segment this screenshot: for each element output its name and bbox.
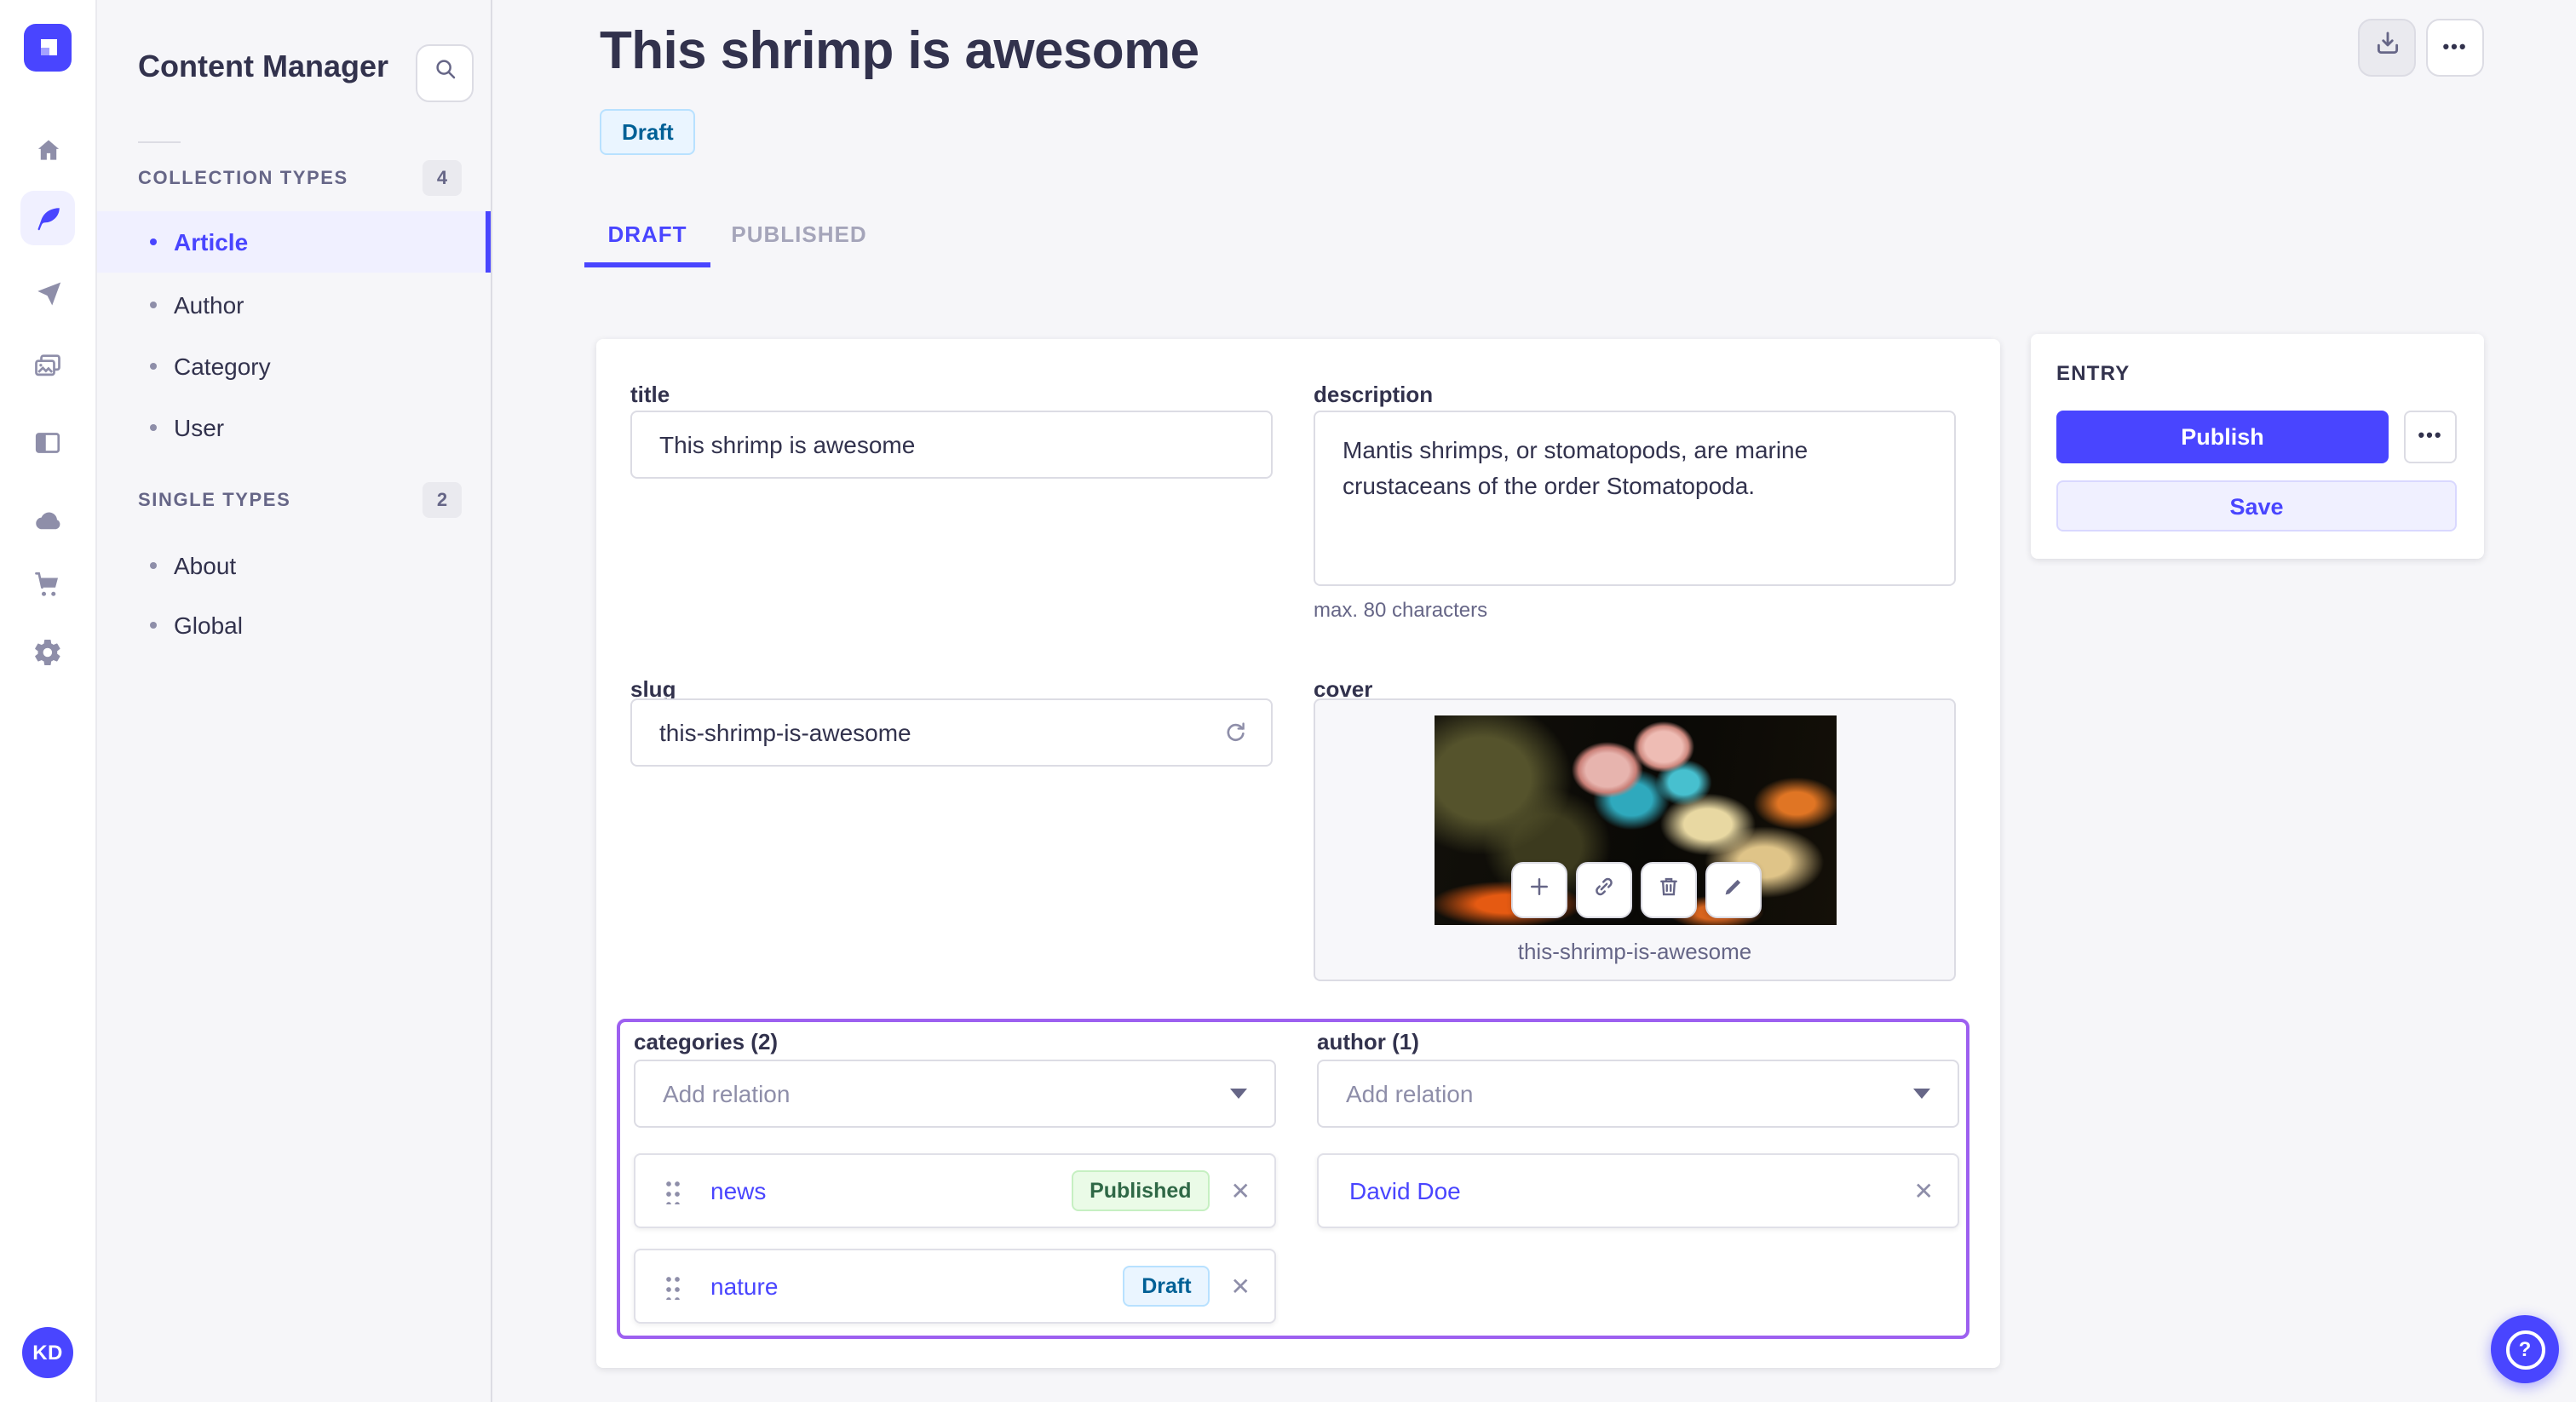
page-title: This shrimp is awesome [600, 20, 1199, 80]
combobox-placeholder: Add relation [663, 1080, 791, 1107]
bullet-icon [150, 302, 157, 308]
strapi-logo[interactable] [24, 24, 72, 72]
sidebar-item-global[interactable]: Global [97, 595, 491, 656]
categories-add-relation-combobox[interactable]: Add relation [634, 1060, 1276, 1128]
sidebar-item-category[interactable]: Category [97, 336, 491, 397]
marketplace-cart-icon[interactable] [20, 557, 75, 612]
help-fab-button[interactable]: ? [2491, 1315, 2559, 1383]
sidebar-item-label: Author [174, 291, 244, 319]
status-badge: Draft [600, 109, 696, 155]
section-collection-types: COLLECTION TYPES [138, 169, 348, 189]
sidebar-item-article[interactable]: Article [97, 211, 491, 273]
cover-field: this-shrimp-is-awesome [1314, 698, 1956, 981]
relation-row-nature: nature Draft ✕ [634, 1249, 1276, 1324]
bullet-icon [150, 363, 157, 370]
edit-form-card: title description Mantis shrimps, or sto… [596, 339, 2000, 1368]
combobox-placeholder: Add relation [1346, 1080, 1474, 1107]
releases-icon[interactable] [20, 266, 75, 320]
version-tabs: DRAFT PUBLISHED [584, 204, 888, 267]
cover-image-mantis-shrimp [1435, 715, 1837, 925]
sidebar-item-label: About [174, 552, 237, 579]
title-field-label: title [630, 382, 670, 407]
pencil-icon [1720, 873, 1745, 907]
author-field-label: author (1) [1317, 1029, 1419, 1054]
chevron-down-icon [1913, 1089, 1930, 1099]
link-icon [1590, 873, 1616, 907]
chevron-down-icon [1230, 1089, 1247, 1099]
question-mark-icon: ? [2505, 1330, 2544, 1369]
cloud-icon[interactable] [20, 492, 75, 547]
save-button[interactable]: Save [2056, 480, 2457, 531]
search-icon [432, 56, 457, 90]
add-asset-button[interactable] [1510, 862, 1567, 918]
drag-handle-icon[interactable] [664, 1273, 680, 1299]
copy-link-button[interactable] [1575, 862, 1631, 918]
edit-asset-button[interactable] [1705, 862, 1761, 918]
bullet-icon [150, 622, 157, 629]
description-textarea[interactable]: Mantis shrimps, or stomatopods, are mari… [1314, 411, 1956, 586]
sidebar-item-label: User [174, 414, 225, 441]
header-more-button[interactable]: ••• [2426, 19, 2484, 77]
entry-panel: ENTRY Publish ••• Save [2031, 334, 2484, 559]
sidebar-item-label: Global [174, 612, 243, 639]
settings-gear-icon[interactable] [20, 625, 75, 680]
user-avatar[interactable]: KD [22, 1327, 73, 1378]
remove-relation-icon[interactable]: ✕ [1231, 1274, 1251, 1298]
categories-field-label: categories (2) [634, 1029, 779, 1054]
title-input[interactable] [630, 411, 1273, 479]
cover-filename: this-shrimp-is-awesome [1517, 939, 1752, 964]
relation-link[interactable]: nature [710, 1273, 778, 1300]
remove-relation-icon[interactable]: ✕ [1231, 1179, 1251, 1203]
trash-icon [1655, 873, 1681, 907]
tab-draft[interactable]: DRAFT [584, 204, 710, 267]
relation-link[interactable]: David Doe [1349, 1177, 1461, 1204]
home-icon[interactable] [20, 123, 75, 177]
sidebar-item-about[interactable]: About [97, 535, 491, 596]
published-status-badge: Published [1071, 1170, 1210, 1211]
entry-panel-heading: ENTRY [2056, 361, 2130, 385]
remove-relation-icon[interactable]: ✕ [1914, 1179, 1934, 1203]
entry-more-button[interactable]: ••• [2404, 411, 2457, 463]
cover-actions-toolbar [1435, 862, 1837, 918]
bullet-icon [150, 424, 157, 431]
sidebar-divider [138, 141, 181, 143]
sidebar-title: Content Manager [138, 49, 389, 83]
sidebar-item-author[interactable]: Author [97, 274, 491, 336]
slug-field [630, 698, 1273, 767]
export-download-button[interactable] [2358, 19, 2416, 77]
app-window: KD Content Manager COLLECTION TYPES 4 Ar… [0, 0, 2576, 1402]
nav-rail: KD [0, 0, 97, 1402]
single-types-count-badge: 2 [423, 482, 462, 518]
sidebar-item-user[interactable]: User [97, 397, 491, 458]
draft-status-badge: Draft [1123, 1266, 1210, 1307]
section-single-types: SINGLE TYPES [138, 491, 291, 511]
sidebar-item-label: Category [174, 353, 271, 380]
relation-row-david-doe: David Doe ✕ [1317, 1153, 1959, 1228]
relation-link[interactable]: news [710, 1177, 766, 1204]
regenerate-slug-icon[interactable] [1218, 715, 1252, 750]
media-library-icon[interactable] [20, 339, 75, 394]
drag-handle-icon[interactable] [664, 1178, 680, 1204]
content-type-builder-icon[interactable] [20, 416, 75, 470]
sidebar-item-label: Article [174, 228, 249, 256]
bullet-icon [150, 562, 157, 569]
ellipsis-icon: ••• [2418, 426, 2443, 446]
collection-types-count-badge: 4 [423, 160, 462, 196]
relations-highlight-box: categories (2) Add relation news Publish… [617, 1019, 1969, 1339]
delete-asset-button[interactable] [1640, 862, 1696, 918]
download-icon [2372, 29, 2401, 66]
bullet-icon [150, 238, 157, 245]
search-button[interactable] [416, 44, 474, 102]
tab-published[interactable]: PUBLISHED [710, 204, 888, 267]
slug-input[interactable] [630, 698, 1273, 767]
description-hint: max. 80 characters [1314, 598, 1488, 622]
content-manager-sidebar: Content Manager COLLECTION TYPES 4 Artic… [97, 0, 492, 1402]
publish-button[interactable]: Publish [2056, 411, 2389, 463]
relation-row-news: news Published ✕ [634, 1153, 1276, 1228]
description-field-label: description [1314, 382, 1434, 407]
content-manager-icon[interactable] [20, 191, 75, 245]
author-add-relation-combobox[interactable]: Add relation [1317, 1060, 1959, 1128]
plus-icon [1526, 873, 1551, 907]
ellipsis-icon: ••• [2442, 37, 2468, 57]
